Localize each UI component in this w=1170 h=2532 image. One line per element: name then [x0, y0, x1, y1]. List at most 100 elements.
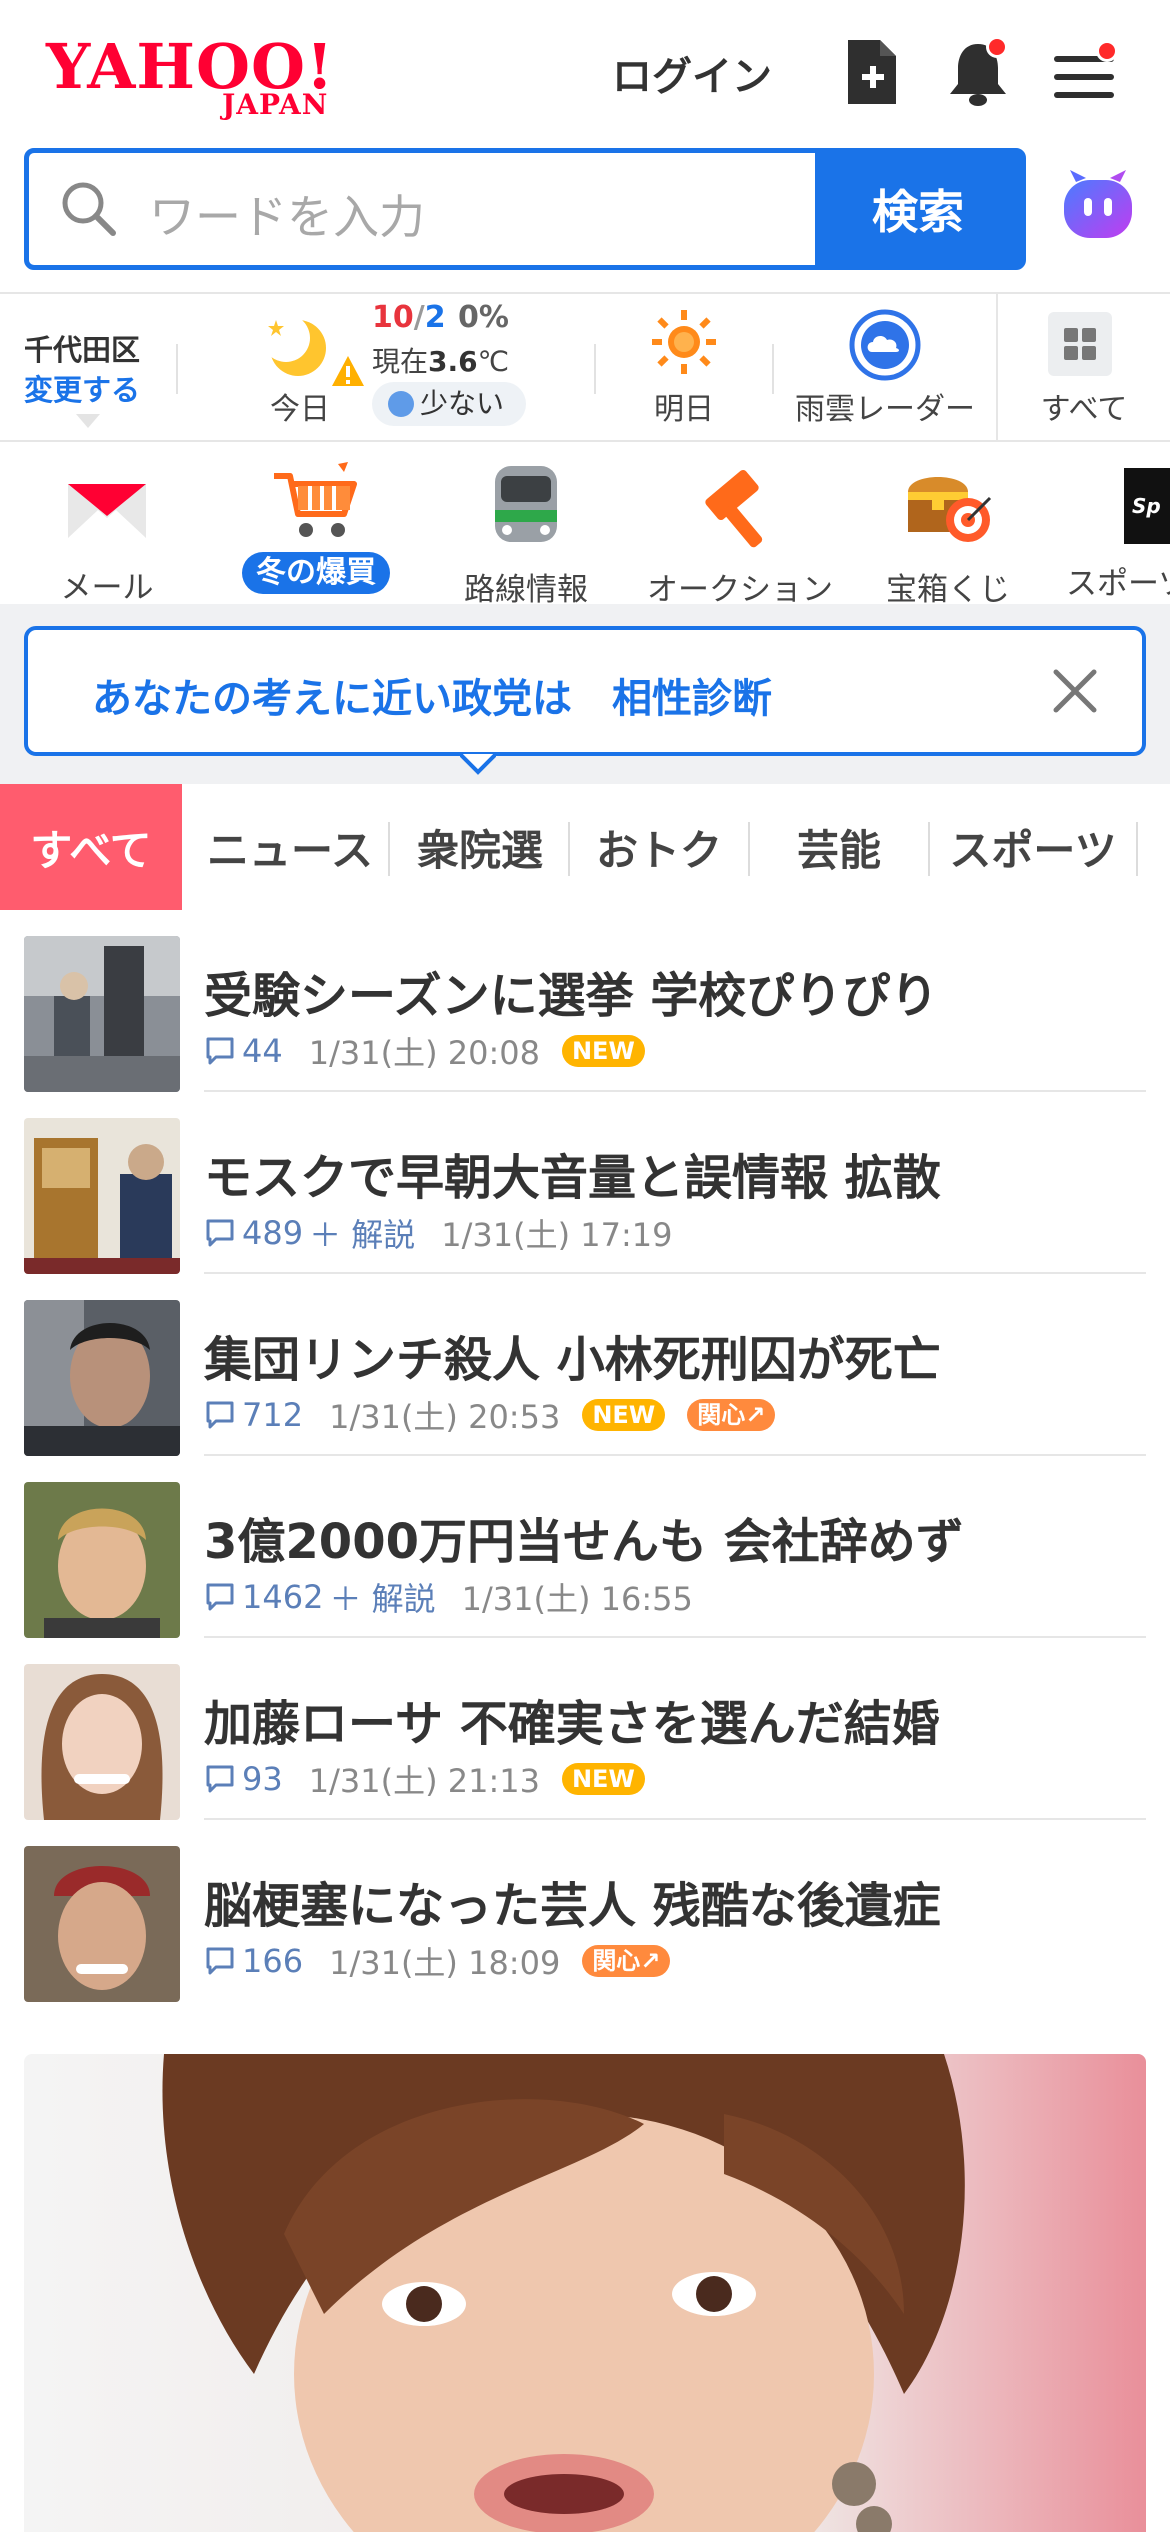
- rain-dot-icon: [388, 391, 414, 417]
- news-item[interactable]: 加藤ローサ 不確実さを選んだ結婚 93 1/31(土) 21:13 NEW: [0, 1638, 1170, 1820]
- commentary-label: ＋ 解説: [309, 1216, 416, 1254]
- news-item[interactable]: 受験シーズンに選挙 学校ぴりぴり 44 1/31(土) 20:08 NEW: [0, 910, 1170, 1092]
- interest-badge: 関心↗: [687, 1399, 776, 1431]
- news-item[interactable]: 脳梗塞になった芸人 残酷な後遺症 166 1/31(土) 18:09 関心↗: [0, 1820, 1170, 2002]
- news-title[interactable]: 受験シーズンに選挙 学校ぴりぴり: [204, 956, 938, 1026]
- news-title[interactable]: モスクで早朝大音量と誤情報 拡散: [204, 1138, 941, 1208]
- interest-badge: 関心↗: [582, 1945, 671, 1977]
- today-label: 今日: [270, 392, 330, 427]
- comment-count[interactable]: 489: [204, 1214, 303, 1252]
- service-winter-sale[interactable]: 冬の爆買: [236, 460, 396, 594]
- radar-label: 雨雲レーダー: [795, 392, 975, 427]
- search-icon: [62, 182, 116, 236]
- tab-sports[interactable]: スポーツ: [930, 784, 1136, 910]
- location-caret-icon: [76, 414, 100, 428]
- news-date: 1/31(土) 17:19: [441, 1216, 673, 1254]
- tab-entertainment[interactable]: 芸能: [750, 784, 928, 910]
- weather-bar: 千代田区 変更する 今日 10/2 0% 現在3.6℃ 少ない 明日 雨雲レーダ…: [0, 292, 1170, 442]
- search-button[interactable]: 検索: [815, 153, 1021, 265]
- comment-icon: [206, 1219, 234, 1247]
- warning-icon: [332, 356, 364, 386]
- tab-deals[interactable]: おトク: [570, 784, 748, 910]
- news-meta: 93 1/31(土) 21:13 NEW: [204, 1756, 645, 1802]
- tab-election[interactable]: 衆院選: [390, 784, 570, 910]
- comment-count[interactable]: 166: [204, 1942, 303, 1980]
- service-sports[interactable]: Sp スポーツ: [1066, 460, 1170, 603]
- service-auction[interactable]: オークション: [640, 460, 840, 604]
- news-date: 1/31(土) 16:55: [461, 1580, 693, 1618]
- comment-icon: [206, 1583, 234, 1611]
- logo-sub-text: JAPAN: [222, 88, 329, 121]
- service-transit[interactable]: 路線情報: [456, 460, 596, 604]
- news-date: 1/31(土) 20:53: [329, 1398, 561, 1436]
- news-item[interactable]: モスクで早朝大音量と誤情報 拡散 489 ＋ 解説 1/31(土) 17:19: [0, 1092, 1170, 1274]
- news-thumbnail: [24, 936, 180, 1092]
- tab-news[interactable]: ニュース: [190, 784, 390, 910]
- yahoo-japan-logo[interactable]: YAHOO! JAPAN: [46, 30, 366, 121]
- temperature-range: 10/2 0%: [372, 300, 509, 335]
- news-title[interactable]: 加藤ローサ 不確実さを選んだ結婚: [204, 1684, 940, 1754]
- tab-all[interactable]: すべて: [0, 784, 182, 910]
- promo-banner[interactable]: あなたの考えに近い政党は 相性診断: [24, 626, 1146, 756]
- precipitation: 0%: [458, 300, 509, 335]
- news-thumbnail: [24, 1118, 180, 1274]
- news-meta: 44 1/31(土) 20:08 NEW: [204, 1028, 645, 1074]
- news-title[interactable]: 集団リンチ殺人 小林死刑囚が死亡: [204, 1320, 941, 1390]
- rain-amount-badge: 少ない: [372, 382, 527, 426]
- weather-all[interactable]: すべて: [1024, 312, 1144, 438]
- menu-icon[interactable]: [1052, 38, 1118, 108]
- comment-icon: [206, 1401, 234, 1429]
- rain-radar[interactable]: 雨雲レーダー: [790, 308, 980, 438]
- weather-location[interactable]: 千代田区 変更する: [24, 330, 140, 410]
- change-location-link[interactable]: 変更する: [24, 370, 140, 410]
- new-badge: NEW: [582, 1399, 666, 1431]
- sun-icon: [652, 310, 716, 374]
- assistant-icon[interactable]: [1056, 166, 1140, 250]
- radar-icon: [849, 309, 921, 381]
- news-meta: 712 1/31(土) 20:53 NEW 関心↗: [204, 1392, 776, 1438]
- all-label: すべて: [1040, 392, 1128, 427]
- comment-count[interactable]: 712: [204, 1396, 303, 1434]
- mail-icon: [68, 484, 146, 538]
- service-label: メール: [60, 570, 154, 604]
- search-input[interactable]: ワードを入力: [29, 153, 815, 265]
- service-treasure-lottery[interactable]: 宝箱くじ: [880, 460, 1016, 604]
- gavel-icon: [705, 469, 763, 548]
- service-label: 路線情報: [464, 572, 588, 604]
- service-label: オークション: [647, 572, 833, 604]
- comment-icon: [206, 1765, 234, 1793]
- news-thumbnail: [24, 1664, 180, 1820]
- news-item[interactable]: 集団リンチ殺人 小林死刑囚が死亡 712 1/31(土) 20:53 NEW 関…: [0, 1274, 1170, 1456]
- current-temp: 現在3.6℃: [372, 345, 510, 378]
- add-document-icon[interactable]: [842, 38, 902, 108]
- news-thumbnail: [24, 1482, 180, 1638]
- comment-icon: [206, 1947, 234, 1975]
- comment-count[interactable]: 1462: [204, 1578, 323, 1616]
- new-badge: NEW: [561, 1763, 645, 1795]
- train-icon: [495, 466, 557, 542]
- news-title[interactable]: 脳梗塞になった芸人 残酷な後遺症: [204, 1866, 941, 1936]
- news-item[interactable]: 3億2000万円当せんも 会社辞めず 1462 ＋ 解説 1/31(土) 16:…: [0, 1456, 1170, 1638]
- services-bar: メール 冬の爆買 路線情報 オークション 宝箱くじ Sp スポー: [0, 442, 1170, 604]
- news-title[interactable]: 3億2000万円当せんも 会社辞めず: [204, 1502, 964, 1572]
- temp-low: 2: [424, 300, 446, 335]
- tomorrow-weather[interactable]: 明日: [636, 308, 732, 438]
- close-icon[interactable]: [1048, 664, 1102, 718]
- news-meta: 166 1/31(土) 18:09 関心↗: [204, 1938, 671, 1984]
- treasure-icon: [908, 477, 992, 542]
- comment-icon: [206, 1037, 234, 1065]
- comment-count[interactable]: 44: [204, 1032, 283, 1070]
- comment-count[interactable]: 93: [204, 1760, 283, 1798]
- news-list: 受験シーズンに選挙 学校ぴりぴり 44 1/31(土) 20:08 NEW モス…: [0, 910, 1170, 2030]
- temp-high: 10: [372, 300, 414, 335]
- menu-notification-dot: [1096, 40, 1118, 62]
- featured-photo[interactable]: [24, 2054, 1146, 2532]
- service-label: 宝箱くじ: [886, 572, 1010, 604]
- login-link[interactable]: ログイン: [612, 44, 772, 102]
- promo-text[interactable]: あなたの考えに近い政党は 相性診断: [92, 666, 772, 724]
- news-date: 1/31(土) 18:09: [329, 1944, 561, 1982]
- bell-icon[interactable]: [946, 36, 1008, 108]
- winter-sale-badge: 冬の爆買: [242, 552, 390, 594]
- category-tabs: すべて ニュース 衆院選 おトク 芸能 スポーツ: [0, 784, 1170, 910]
- service-mail[interactable]: メール: [44, 460, 170, 604]
